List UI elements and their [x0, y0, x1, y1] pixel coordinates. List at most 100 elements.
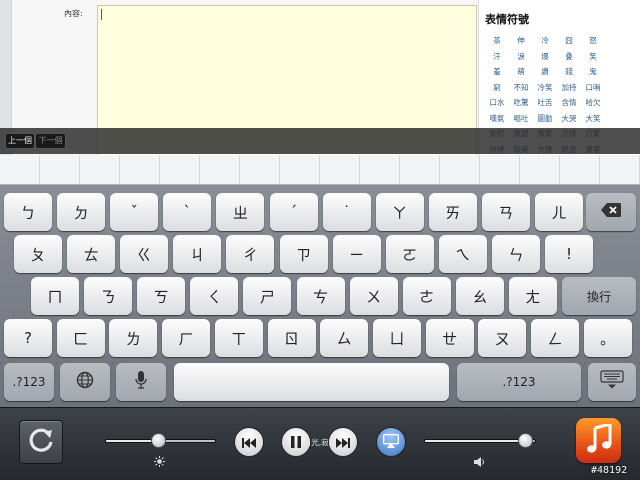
emoji-link[interactable]: 不知 — [509, 80, 533, 96]
candidate-cell[interactable] — [200, 155, 240, 184]
candidate-cell[interactable] — [280, 155, 320, 184]
candidate-cell[interactable] — [520, 155, 560, 184]
key-row3-7[interactable]: ㄜ — [402, 277, 451, 315]
music-app-button[interactable] — [576, 418, 621, 463]
return-key[interactable]: 換行 — [562, 277, 636, 315]
key-row2-7[interactable]: ㄛ — [385, 235, 434, 273]
emoji-link[interactable]: 嘔吐 — [509, 111, 533, 127]
candidate-cell[interactable] — [0, 155, 40, 184]
candidate-cell[interactable] — [160, 155, 200, 184]
key-row4-1[interactable]: ㄈ — [56, 319, 105, 357]
key-row2-5[interactable]: ㄗ — [279, 235, 328, 273]
emoji-link[interactable]: 大哭 — [557, 111, 581, 127]
emoji-link[interactable]: 加持 — [557, 80, 581, 96]
key-row4-3[interactable]: ㄏ — [162, 319, 211, 357]
emoji-link[interactable]: 嘆氣 — [485, 111, 509, 127]
candidate-cell[interactable] — [40, 155, 80, 184]
candidate-cell[interactable] — [560, 155, 600, 184]
emoji-link[interactable]: 淚 — [509, 49, 533, 65]
emoji-link[interactable]: 鬼 — [581, 64, 605, 80]
key-row1-5[interactable]: ˊ — [269, 193, 318, 231]
numbers-key-right[interactable]: .?123 — [457, 363, 581, 401]
emoji-link[interactable]: 笑 — [581, 49, 605, 65]
emoji-link[interactable]: 口哨 — [581, 80, 605, 96]
emoji-link[interactable]: 羞 — [485, 64, 509, 80]
key-row4-8[interactable]: ㄝ — [425, 319, 474, 357]
key-row2-4[interactable]: ㄔ — [226, 235, 275, 273]
next-field-button[interactable]: 下一個 — [35, 133, 66, 149]
candidate-cell[interactable] — [360, 155, 400, 184]
key-row3-8[interactable]: ㄠ — [455, 277, 504, 315]
key-row1-8[interactable]: ㄞ — [428, 193, 477, 231]
key-row1-0[interactable]: ㄅ — [4, 193, 52, 231]
candidate-cell[interactable] — [80, 155, 120, 184]
emoji-link[interactable]: 萌 — [509, 64, 533, 80]
hide-keyboard-key[interactable] — [588, 363, 636, 401]
key-row1-10[interactable]: ㄦ — [535, 193, 583, 231]
now-playing-title[interactable]: 日光,寂靜 — [0, 437, 640, 448]
key-row2-0[interactable]: ㄆ — [14, 235, 62, 273]
emoji-link[interactable]: 錢 — [557, 64, 581, 80]
candidate-cell[interactable] — [320, 155, 360, 184]
space-key[interactable] — [174, 363, 449, 401]
emoji-link[interactable]: 吐舌 — [533, 95, 557, 111]
emoji-link[interactable]: 冷 — [533, 33, 557, 49]
key-row4-2[interactable]: ㄌ — [109, 319, 158, 357]
key-row2-8[interactable]: ㄟ — [438, 235, 487, 273]
numbers-key-left[interactable]: .?123 — [4, 363, 54, 401]
candidate-cell[interactable] — [600, 155, 640, 184]
key-row1-2[interactable]: ˇ — [110, 193, 159, 231]
emoji-link[interactable]: 囧 — [557, 33, 581, 49]
key-row2-1[interactable]: ㄊ — [67, 235, 116, 273]
candidate-cell[interactable] — [440, 155, 480, 184]
key-row1-6[interactable]: ˙ — [322, 193, 371, 231]
key-row3-3[interactable]: ㄑ — [190, 277, 239, 315]
key-row3-5[interactable]: ㄘ — [296, 277, 345, 315]
key-row4-7[interactable]: ㄩ — [372, 319, 421, 357]
emoji-link[interactable]: 窮 — [485, 80, 509, 96]
emoji-link[interactable]: 茶 — [485, 33, 509, 49]
key-row2-6[interactable]: ㄧ — [332, 235, 381, 273]
key-row2-3[interactable]: ㄐ — [173, 235, 222, 273]
key-row4-0[interactable]: ? — [4, 319, 52, 357]
key-row4-11[interactable]: 。 — [583, 319, 632, 357]
dictation-key[interactable] — [116, 363, 166, 401]
key-row3-1[interactable]: ㄋ — [84, 277, 133, 315]
key-row1-1[interactable]: ㄉ — [57, 193, 106, 231]
emoji-link[interactable]: 讚 — [533, 64, 557, 80]
delete-key[interactable] — [586, 193, 636, 231]
key-row2-2[interactable]: ㄍ — [120, 235, 169, 273]
key-row4-9[interactable]: ㄡ — [478, 319, 527, 357]
emoji-link[interactable]: 汗 — [485, 49, 509, 65]
emoji-link[interactable]: 含情 — [557, 95, 581, 111]
key-row4-10[interactable]: ㄥ — [531, 319, 579, 357]
emoji-link[interactable]: 哈欠 — [581, 95, 605, 111]
emoji-link[interactable]: 伸 — [509, 33, 533, 49]
key-row1-4[interactable]: ㄓ — [216, 193, 265, 231]
key-row1-9[interactable]: ㄢ — [481, 193, 530, 231]
candidate-cell[interactable] — [240, 155, 280, 184]
key-row3-9[interactable]: ㄤ — [508, 277, 557, 315]
candidate-cell[interactable] — [120, 155, 160, 184]
key-row3-0[interactable]: ㄇ — [31, 277, 79, 315]
candidate-cell[interactable] — [400, 155, 440, 184]
key-row1-7[interactable]: ㄚ — [375, 193, 424, 231]
key-row4-5[interactable]: ㄖ — [267, 319, 316, 357]
key-row1-3[interactable]: ˋ — [163, 193, 212, 231]
key-row4-6[interactable]: ㄙ — [320, 319, 369, 357]
key-row3-6[interactable]: ㄨ — [349, 277, 398, 315]
globe-key[interactable] — [60, 363, 110, 401]
emoji-link[interactable]: 吃驚 — [509, 95, 533, 111]
emoji-link[interactable]: 冷笑 — [533, 80, 557, 96]
key-row3-4[interactable]: ㄕ — [243, 277, 292, 315]
emoji-link[interactable]: 口水 — [485, 95, 509, 111]
emoji-link[interactable]: 怒 — [581, 33, 605, 49]
previous-field-button[interactable]: 上一個 — [5, 133, 35, 149]
emoji-link[interactable]: 爆 — [533, 49, 557, 65]
emoji-link[interactable]: 叠 — [557, 49, 581, 65]
emoji-link[interactable]: 圖勤 — [533, 111, 557, 127]
key-row3-2[interactable]: ㄎ — [137, 277, 186, 315]
emoji-link[interactable]: 大笑 — [581, 111, 605, 127]
key-row2-9[interactable]: ㄣ — [491, 235, 540, 273]
candidate-cell[interactable] — [480, 155, 520, 184]
